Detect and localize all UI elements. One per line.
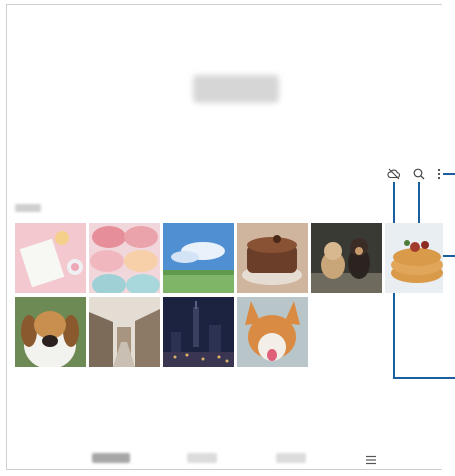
tab-pictures[interactable] <box>92 453 130 463</box>
cloud-off-icon[interactable] <box>386 166 402 182</box>
tab-albums[interactable] <box>187 453 217 463</box>
search-icon[interactable] <box>411 166 427 182</box>
thumbnail-macarons[interactable] <box>89 223 160 293</box>
thumbnail-pets[interactable] <box>311 223 382 293</box>
thumbnail-city-night[interactable] <box>163 297 234 367</box>
thumbnail-pancakes[interactable] <box>385 223 443 293</box>
thumbnail-corgi[interactable] <box>237 297 308 367</box>
callout-line-more-options <box>443 173 455 175</box>
tab-stories[interactable] <box>276 453 306 463</box>
thumbnail-street[interactable] <box>89 297 160 367</box>
callout-line-cloud-horizontal <box>393 377 455 379</box>
thumbnail-notebook[interactable] <box>15 223 86 293</box>
thumbnail-landscape[interactable] <box>163 223 234 293</box>
thumbnail-beagle[interactable] <box>15 297 86 367</box>
menu-icon[interactable] <box>366 452 376 465</box>
section-label <box>15 204 41 212</box>
more-options-icon[interactable] <box>435 166 443 182</box>
thumbnail-cake[interactable] <box>237 223 308 293</box>
page-title <box>193 75 279 103</box>
